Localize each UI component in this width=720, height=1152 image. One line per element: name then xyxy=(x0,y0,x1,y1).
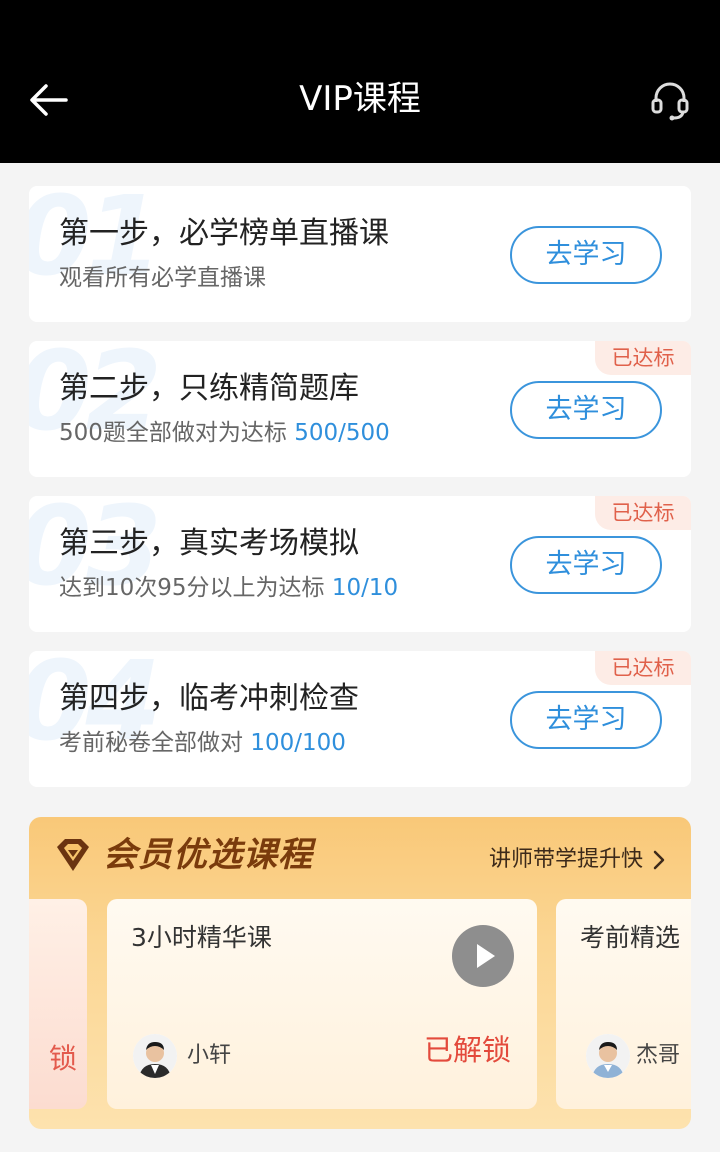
step-desc-text: 观看所有必学直播课 xyxy=(59,265,266,291)
avatar xyxy=(133,1034,177,1078)
vip-diamond-icon xyxy=(53,835,93,875)
teacher-name: 杰哥 xyxy=(636,1043,681,1068)
achieved-badge: 已达标 xyxy=(595,341,691,375)
step-description: 达到10次95分以上为达标 10/10 xyxy=(59,572,398,604)
avatar xyxy=(586,1034,630,1078)
step-title: 第一步，必学榜单直播课 xyxy=(59,216,389,251)
step-progress: 500/500 xyxy=(294,420,390,446)
teacher-guide-link[interactable]: 讲师带学提升快 xyxy=(489,845,643,875)
step-description: 观看所有必学直播课 xyxy=(59,262,266,294)
unlocked-status: 已解锁 xyxy=(424,1033,512,1067)
step-progress: 10/10 xyxy=(331,575,399,601)
vip-courses-section: 会员优选课程 讲师带学提升快 锁 3小时精华课 小轩 已解锁 考前精选 杰哥 xyxy=(29,817,691,1129)
go-study-button[interactable]: 去学习 xyxy=(510,381,662,439)
chevron-right-icon[interactable] xyxy=(651,849,667,871)
step-description: 考前秘卷全部做对 100/100 xyxy=(59,727,346,759)
step-title: 第四步，临考冲刺检查 xyxy=(59,681,359,716)
vip-section-title: 会员优选课程 xyxy=(103,835,313,875)
step-card-2: 02 已达标 第二步，只练精简题库 500题全部做对为达标 500/500 去学… xyxy=(29,341,691,477)
course-card-prev[interactable]: 锁 xyxy=(29,899,87,1109)
step-title: 第二步，只练精简题库 xyxy=(59,371,359,406)
headset-icon[interactable] xyxy=(648,78,692,122)
achieved-badge: 已达标 xyxy=(595,651,691,685)
go-study-button[interactable]: 去学习 xyxy=(510,536,662,594)
step-desc-text: 考前秘卷全部做对 xyxy=(59,730,251,756)
go-study-button[interactable]: 去学习 xyxy=(510,226,662,284)
play-icon[interactable] xyxy=(452,925,514,987)
step-card-1: 01 第一步，必学榜单直播课 观看所有必学直播课 去学习 xyxy=(29,186,691,322)
achieved-badge: 已达标 xyxy=(595,496,691,530)
course-card[interactable]: 考前精选 杰哥 xyxy=(556,899,691,1109)
step-description: 500题全部做对为达标 500/500 xyxy=(59,417,390,449)
step-progress: 100/100 xyxy=(250,730,346,756)
teacher-name: 小轩 xyxy=(187,1043,232,1068)
step-desc-text: 500题全部做对为达标 xyxy=(59,420,295,446)
step-card-3: 03 已达标 第三步，真实考场模拟 达到10次95分以上为达标 10/10 去学… xyxy=(29,496,691,632)
course-status: 锁 xyxy=(48,1042,77,1075)
top-bar: VIP课程 xyxy=(0,0,720,163)
course-name: 考前精选 xyxy=(580,923,681,952)
course-card[interactable]: 3小时精华课 小轩 已解锁 xyxy=(107,899,537,1109)
page-title: VIP课程 xyxy=(299,79,421,119)
go-study-button[interactable]: 去学习 xyxy=(510,691,662,749)
step-title: 第三步，真实考场模拟 xyxy=(59,526,359,561)
step-desc-text: 达到10次95分以上为达标 xyxy=(59,575,332,601)
course-name: 3小时精华课 xyxy=(131,923,272,952)
step-card-4: 04 已达标 第四步，临考冲刺检查 考前秘卷全部做对 100/100 去学习 xyxy=(29,651,691,787)
